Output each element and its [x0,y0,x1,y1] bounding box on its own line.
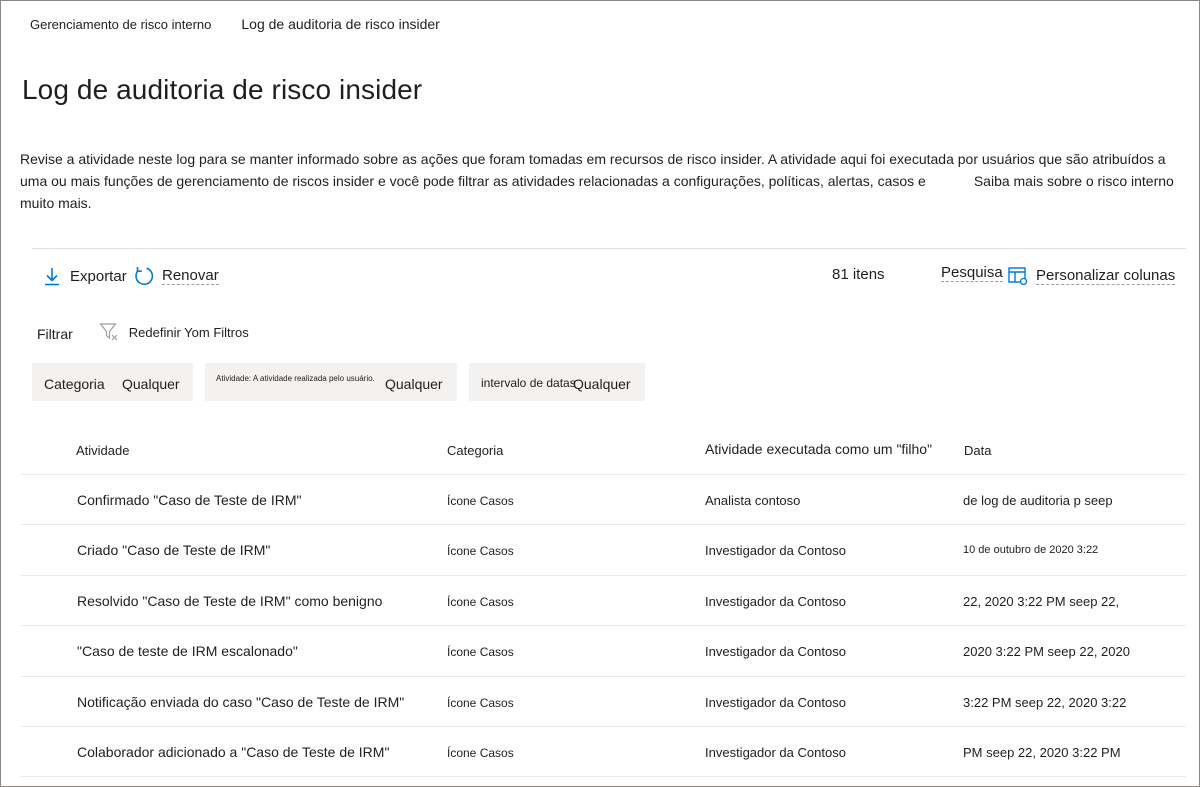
reset-filters-label: Redefinir Yom Filtros [128,324,249,340]
table-row[interactable]: Notificação enviada do caso "Caso de Tes… [20,677,1186,727]
cell-activity: Criado "Caso de Teste de IRM" [77,542,271,559]
table-row[interactable]: Colaborador adicionado a "Caso de Teste … [20,727,1186,778]
activity-filter-chip[interactable]: Atividade: A atividade realizada pelo us… [205,363,457,401]
cell-date: 22, 2020 3:22 PM seep 22, [963,593,1120,609]
page-title: Log de auditoria de risco insider [22,74,423,105]
cell-category: Ícone Casos [447,645,514,660]
description-line-2-text: uma ou mais funções de gerenciamento de … [20,173,926,189]
description-line-2: uma ou mais funções de gerenciamento de … [20,170,1180,192]
cell-actor: Investigador da Contoso [705,593,846,609]
chip-value: Qualquer [385,376,443,392]
column-header-activity[interactable]: Atividade [76,443,129,458]
cell-activity: Confirmado "Caso de Teste de IRM" [77,492,302,508]
cell-activity: Resolvido "Caso de Teste de IRM" como be… [77,592,383,609]
clear-filter-icon [99,322,119,342]
items-count: 81 itens [832,266,885,283]
chip-label: Atividade: A atividade realizada pelo us… [216,374,375,383]
page-description: Revise a atividade neste log para se man… [20,148,1180,214]
cell-actor: Investigador da Contoso [705,694,846,710]
category-filter-chip[interactable]: Categoria Qualquer [32,363,193,401]
filter-label: Filtrar [37,326,73,342]
chip-label: intervalo de datas [481,376,576,390]
cell-actor: Analista contoso [705,493,801,508]
cell-category: Ícone Casos [447,695,514,710]
search-label: Pesquisa [941,264,1003,282]
cell-category: Ícone Casos [447,745,514,760]
table-row[interactable]: Confirmado "Caso de Teste de IRM" Ícone … [20,475,1186,526]
toolbar-divider [32,248,1186,249]
search-button[interactable]: Pesquisa [941,264,1003,282]
refresh-label: Renovar [162,267,219,285]
chip-value: Qualquer [573,376,631,392]
cell-category: Ícone Casos [447,494,514,508]
breadcrumb-parent[interactable]: Gerenciamento de risco interno [30,17,211,32]
cell-actor: Investigador da Contoso [705,644,846,660]
audit-log-table: Atividade Categoria Atividade executada … [20,428,1186,778]
cell-date: 3:22 PM seep 22, 2020 3:22 [963,694,1127,710]
description-line-1: Revise a atividade neste log para se man… [20,151,1166,167]
table-row[interactable]: Criado "Caso de Teste de IRM" Ícone Caso… [20,525,1186,576]
customize-columns-icon [1006,264,1030,288]
customize-columns-label: Personalizar colunas [1036,267,1176,285]
cell-activity: Notificação enviada do caso "Caso de Tes… [77,693,405,710]
download-icon [40,264,64,288]
filter-row: Filtrar Redefinir Yom Filtros [37,322,249,342]
breadcrumb: Gerenciamento de risco interno Log de au… [30,16,440,32]
cell-actor: Investigador da Contoso [705,543,846,559]
export-button[interactable]: Exportar [40,264,127,288]
description-line-3: muito mais. [20,195,92,211]
date-range-filter-chip[interactable]: intervalo de datas Qualquer [469,363,645,401]
column-header-actor[interactable]: Atividade executada como um "filho" [705,441,932,457]
cell-category: Ícone Casos [447,594,514,609]
column-header-date[interactable]: Data [964,443,991,458]
cell-actor: Investigador da Contoso [705,744,846,760]
cell-date: 2020 3:22 PM seep 22, 2020 [963,644,1130,660]
cell-category: Ícone Casos [447,544,514,559]
column-header-category[interactable]: Categoria [447,443,503,458]
table-row[interactable]: Resolvido "Caso de Teste de IRM" como be… [20,576,1186,627]
table-row[interactable]: "Caso de teste de IRM escalonado" Ícone … [20,626,1186,677]
cell-date: 10 de outubro de 2020 3:22 [963,544,1099,557]
breadcrumb-current: Log de auditoria de risco insider [241,16,440,32]
chip-value: Qualquer [122,376,180,392]
chip-label: Categoria [44,376,105,392]
cell-date: de log de auditoria p seep [963,493,1113,508]
cell-activity: Colaborador adicionado a "Caso de Teste … [77,743,390,760]
learn-more-link[interactable]: Saiba mais sobre o risco interno [974,173,1174,189]
reset-filters-button[interactable]: Redefinir Yom Filtros [99,322,249,342]
export-label: Exportar [70,267,127,285]
customize-columns-button[interactable]: Personalizar colunas [1006,264,1176,288]
refresh-button[interactable]: Renovar [132,264,219,288]
refresh-icon [132,264,156,288]
cell-date: PM seep 22, 2020 3:22 PM [963,744,1121,760]
table-header: Atividade Categoria Atividade executada … [20,428,1186,475]
cell-activity: "Caso de teste de IRM escalonado" [77,643,298,660]
